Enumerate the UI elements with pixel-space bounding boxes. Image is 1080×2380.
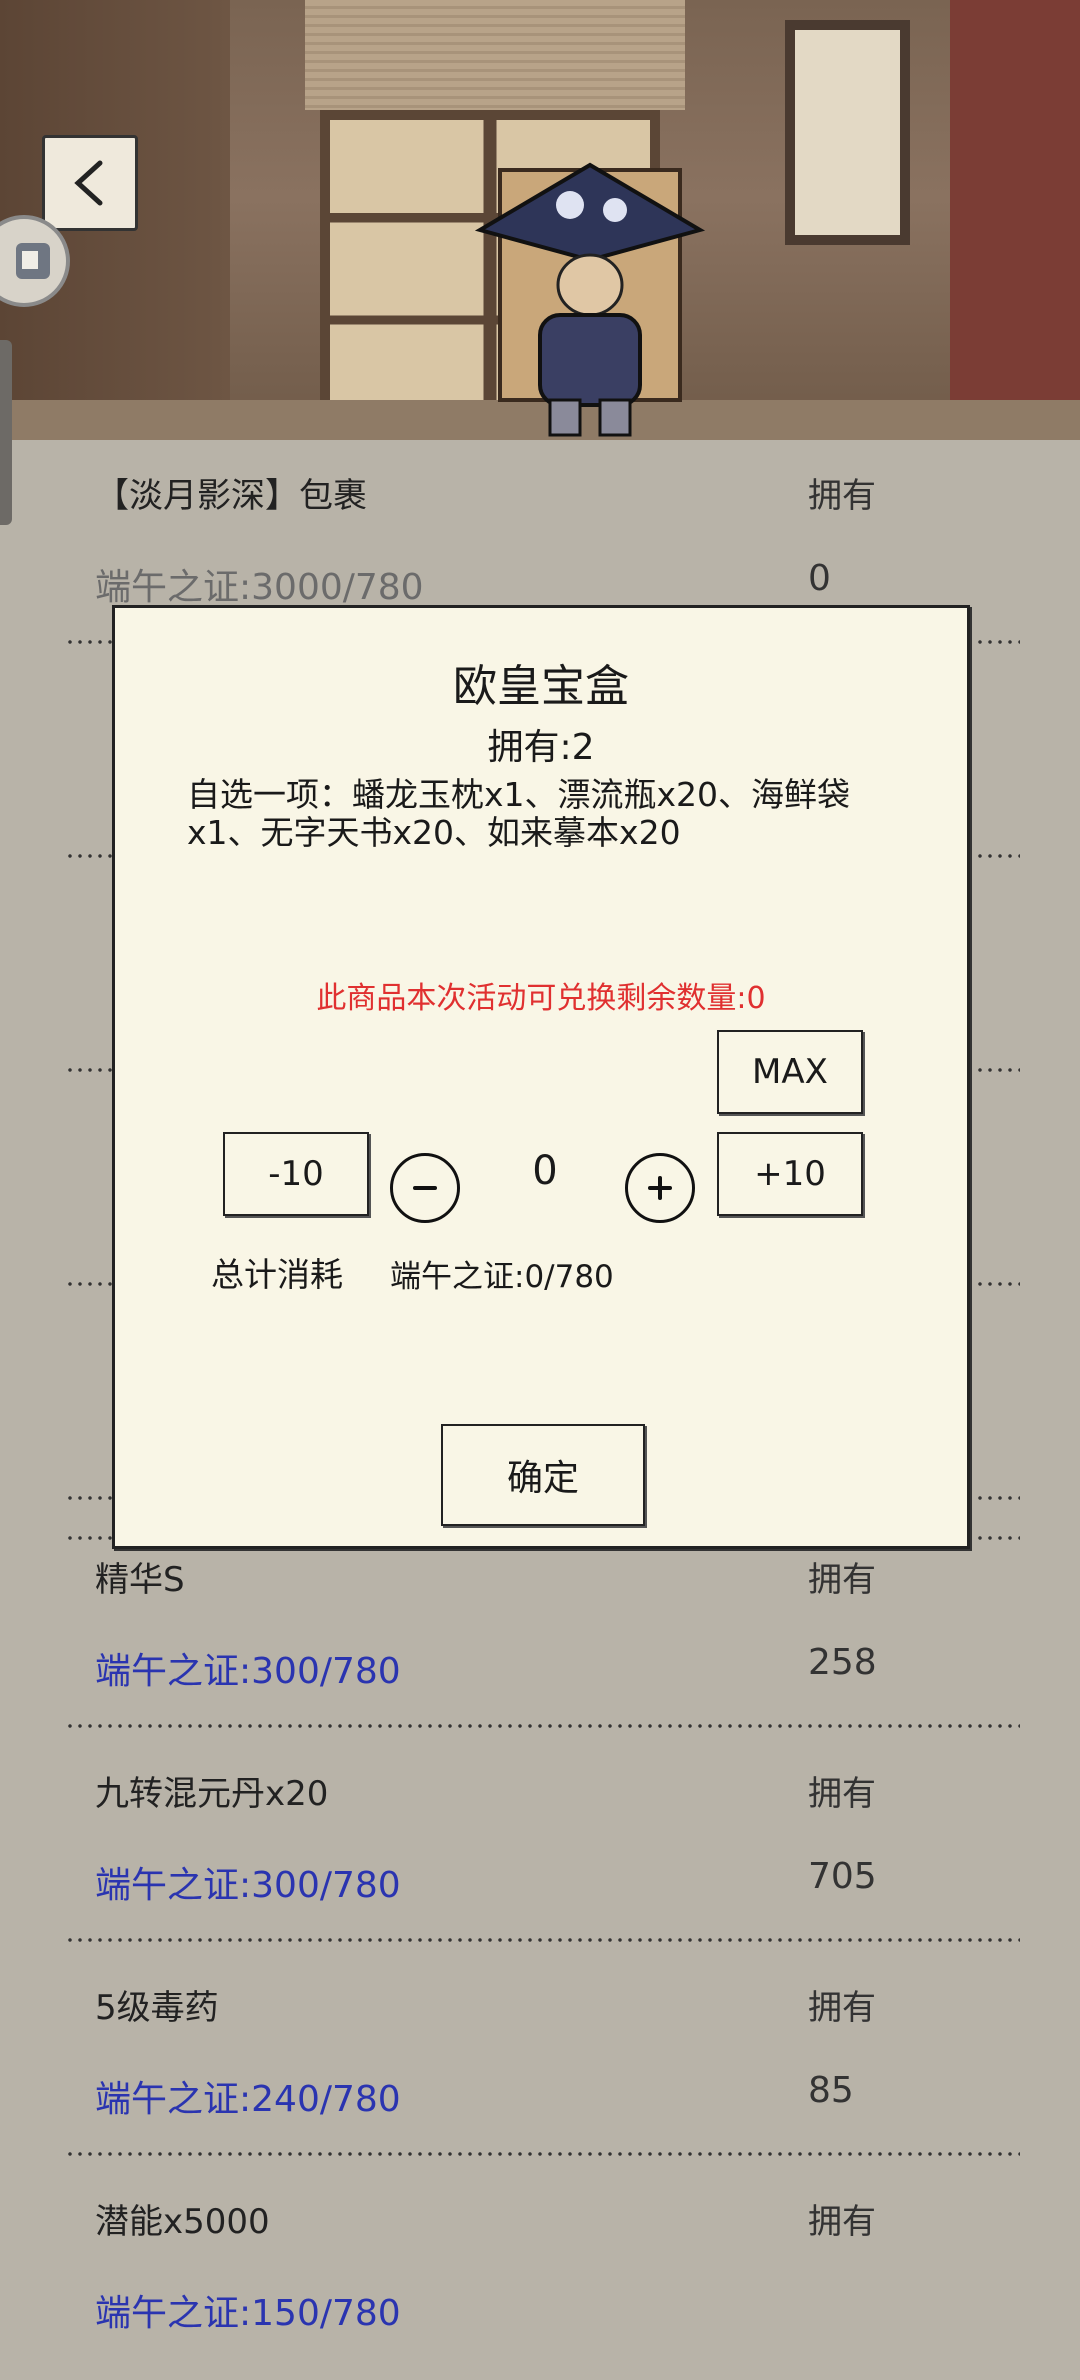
owned-value: 0	[808, 558, 831, 599]
owned-count: 拥有:2	[487, 727, 595, 768]
increment-button[interactable]	[625, 1153, 695, 1223]
red-wall	[950, 0, 1080, 440]
merchant-character-illustration	[474, 162, 706, 437]
item-name: 九转混元丹x20	[95, 1774, 329, 1814]
minus-circle-icon	[413, 1186, 437, 1190]
item-name: 5级毒药	[95, 1988, 219, 2028]
back-button[interactable]	[42, 135, 138, 231]
item-cost: 端午之证:300/780	[95, 1865, 401, 1906]
owned-value: 258	[808, 1642, 877, 1683]
total-cost-value: 端午之证:0/780	[390, 1259, 614, 1295]
total-cost-label: 总计消耗	[211, 1255, 343, 1294]
shop-scene-banner	[0, 0, 1080, 440]
chevron-left-icon	[74, 160, 103, 206]
item-cost: 端午之证:150/780	[95, 2293, 401, 2334]
quantity-value: 0	[532, 1148, 558, 1194]
dotted-divider	[65, 1724, 1020, 1728]
owned-label: 拥有	[808, 1774, 876, 1814]
exchange-dialog: 欧皇宝盒 拥有:2 自选一项：蟠龙玉枕x1、漂流瓶x20、海鲜袋x1、无字天书x…	[112, 605, 970, 1549]
plus-circle-icon	[648, 1176, 672, 1200]
dotted-divider	[65, 1938, 1020, 1942]
owned-label: 拥有	[808, 2202, 876, 2242]
item-cost: 端午之证:240/780	[95, 2079, 401, 2120]
confirm-button[interactable]: 确定	[441, 1424, 645, 1526]
item-name: 精华S	[95, 1560, 185, 1600]
minus-10-button[interactable]: -10	[223, 1132, 369, 1216]
item-description: 自选一项：蟠龙玉枕x1、漂流瓶x20、海鲜袋x1、无字天书x20、如来摹本x20	[187, 775, 851, 852]
plus-10-button[interactable]: +10	[717, 1132, 863, 1216]
dialog-title: 欧皇宝盒	[453, 661, 629, 712]
list-item[interactable]: 九转混元丹x20 拥有 端午之证:300/780 705	[0, 1738, 1080, 1952]
owned-label: 拥有	[808, 1988, 876, 2028]
dotted-divider	[65, 2152, 1020, 2156]
max-button[interactable]: MAX	[717, 1030, 863, 1114]
item-name: 潜能x5000	[95, 2202, 270, 2242]
app-badge-icon	[16, 243, 50, 279]
owned-value: 705	[808, 1856, 877, 1897]
item-cost: 端午之证:3000/780	[95, 567, 424, 608]
owned-label: 拥有	[808, 1560, 876, 1600]
window-blind	[305, 0, 685, 110]
item-cost: 端午之证:300/780	[95, 1651, 401, 1692]
wall-scroll-painting	[785, 20, 910, 245]
remaining-quantity-notice: 此商品本次活动可兑换剩余数量:0	[316, 981, 766, 1016]
owned-label: 拥有	[808, 476, 876, 516]
owned-value: 85	[808, 2070, 854, 2111]
decrement-button[interactable]	[390, 1153, 460, 1223]
list-item[interactable]: 精华S 拥有 端午之证:300/780 258	[0, 1524, 1080, 1738]
item-name: 【淡月影深】包裹	[95, 476, 367, 516]
list-item[interactable]: 潜能x5000 拥有 端午之证:150/780	[0, 2166, 1080, 2380]
list-item[interactable]: 5级毒药 拥有 端午之证:240/780 85	[0, 1952, 1080, 2166]
